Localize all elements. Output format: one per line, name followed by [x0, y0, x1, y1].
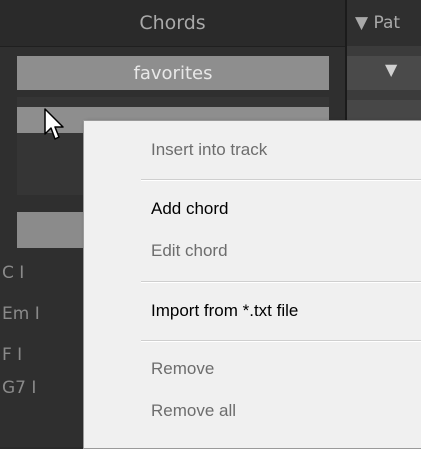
menu-item-edit-chord[interactable]: Edit chord: [151, 241, 228, 261]
mouse-pointer-icon: [44, 108, 64, 140]
pattern-tab[interactable]: [347, 56, 421, 90]
chord-item-g7[interactable]: G7 I: [2, 378, 36, 398]
triangle-down-icon[interactable]: ▼: [385, 60, 397, 79]
favorites-tab[interactable]: favorites: [17, 56, 329, 90]
context-menu: Insert into track Add chord Edit chord I…: [83, 120, 421, 449]
menu-item-remove[interactable]: Remove: [151, 359, 214, 379]
pattern-panel-title[interactable]: ▼ Pat: [347, 0, 421, 46]
chord-item-f[interactable]: F I: [2, 345, 22, 365]
menu-item-add-chord[interactable]: Add chord: [151, 199, 229, 219]
menu-item-import-txt[interactable]: Import from *.txt file: [151, 301, 298, 321]
menu-item-remove-all[interactable]: Remove all: [151, 401, 236, 421]
menu-item-insert-into-track[interactable]: Insert into track: [151, 140, 267, 160]
chord-item-c[interactable]: C I: [2, 263, 24, 283]
menu-separator: [141, 281, 421, 283]
chords-panel-title: Chords: [0, 0, 345, 47]
menu-separator: [141, 179, 421, 181]
menu-separator: [141, 340, 421, 342]
chord-item-em[interactable]: Em I: [2, 304, 40, 324]
